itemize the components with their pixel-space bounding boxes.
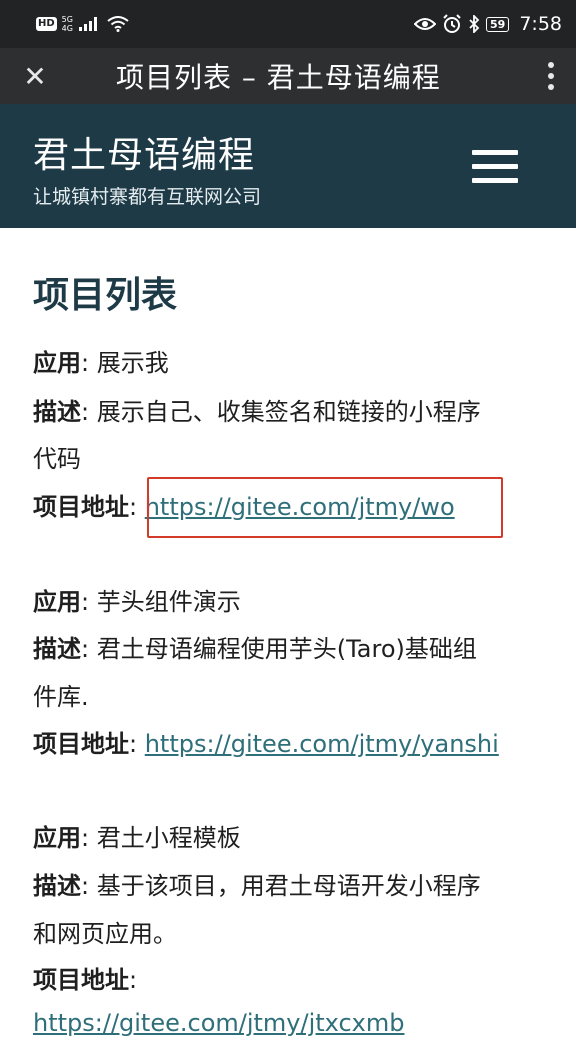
network-sub-label: 4G [61,24,73,33]
app-label: 应用 [33,588,81,616]
app-label: 应用 [33,349,81,377]
site-header: 君土母语编程 让城镇村寨都有互联网公司 [0,104,576,228]
highlight-box [147,477,503,538]
url-label: 项目地址 [33,493,129,521]
project-link[interactable]: https://gitee.com/jtmy/jtxcxmb [33,1009,404,1037]
project-url-line: 项目地址: https://gitee.com/jtmy/yanshi [33,730,499,758]
desc-text: 基于该项目，用君土母语开发小程序 [96,872,481,900]
url-label: 项目地址 [33,966,129,994]
more-options-button[interactable] [526,48,576,104]
app-label: 应用 [33,824,81,852]
project-desc-line: 描述: 君土母语编程使用芋头(Taro)基础组 [33,635,477,663]
site-subtitle: 让城镇村寨都有互联网公司 [33,186,262,208]
app-name: 芋头组件演示 [96,588,241,616]
desc-label: 描述 [33,872,81,900]
desc-text: 展示自己、收集签名和链接的小程序 [96,398,481,426]
project-app-line: 应用: 展示我 [33,349,169,377]
alarm-icon [443,14,461,33]
bluetooth-icon [469,15,480,33]
project-link[interactable]: https://gitee.com/jtmy/yanshi [145,730,499,758]
app-name: 展示我 [96,349,169,377]
network-type: 5G 4G [62,15,73,33]
close-button[interactable]: ✕ [0,48,70,104]
close-icon: ✕ [23,59,47,93]
more-vert-icon [548,62,554,68]
battery-icon: 59 [486,16,510,32]
site-title[interactable]: 君土母语编程 [33,126,255,178]
page-title: 项目列表 – 君土母语编程 [116,61,441,94]
wifi-icon [107,16,129,32]
status-bar: HD 5G 4G 59 7:58 [0,0,576,48]
desc-text: 君土母语编程使用芋头(Taro)基础组 [96,635,477,663]
project-desc-line-2: 件库. [33,683,89,711]
clock: 7:58 [519,13,562,35]
hamburger-menu-icon[interactable] [470,146,522,186]
url-label: 项目地址 [33,730,129,758]
signal-icon [78,17,97,31]
project-desc-line: 描述: 基于该项目，用君土母语开发小程序 [33,872,481,900]
status-left: HD 5G 4G [36,15,129,33]
desc-label: 描述 [33,635,81,663]
status-right: 59 7:58 [414,13,562,35]
project-desc-line-2: 代码 [33,445,81,473]
eye-icon [414,18,437,30]
browser-title-bar: ✕ 项目列表 – 君土母语编程 [0,48,576,104]
project-app-line: 应用: 君土小程模板 [33,824,241,852]
app-name: 君土小程模板 [96,824,241,852]
project-url-line: 项目地址: [33,966,138,994]
project-app-line: 应用: 芋头组件演示 [33,588,241,616]
hd-badge: HD [36,17,57,31]
project-url-wrapped: https://gitee.com/jtmy/jtxcxmb [33,1008,404,1038]
network-label: 5G [61,15,73,24]
desc-label: 描述 [33,398,81,426]
project-desc-line-2: 和网页应用。 [33,920,177,948]
project-desc-line: 描述: 展示自己、收集签名和链接的小程序 [33,398,481,426]
page-heading: 项目列表 [33,275,178,316]
